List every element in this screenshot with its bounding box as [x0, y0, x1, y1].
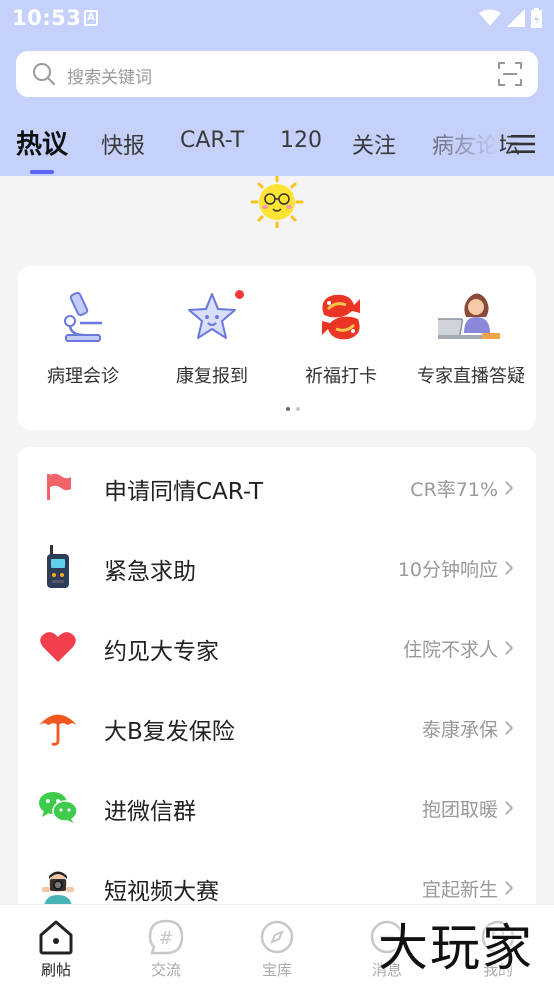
page-dot-active — [286, 407, 290, 411]
list-item-meet-expert[interactable]: 约见大专家 住院不求人 — [18, 607, 536, 687]
status-time: 10:53 — [12, 6, 82, 30]
search-icon — [33, 63, 55, 85]
list-item-subtitle: 宜起新生 — [421, 879, 498, 901]
list-item-subtitle: 抱团取暖 — [421, 799, 498, 821]
list-item-title: 申请同情CAR-T — [104, 479, 264, 505]
page-dot — [296, 407, 300, 411]
tab-car-t[interactable]: CAR-T — [180, 128, 244, 153]
list-item-subtitle: 泰康承保 — [421, 719, 498, 741]
shortcut-expert-live[interactable]: 专家直播答疑 — [406, 286, 536, 388]
battery-icon — [531, 8, 542, 28]
header: 10:53 A 搜索关键词 热议 快报 CAR-T 120 关注 病友论坛 — [0, 0, 554, 176]
list-item-subtitle: 住院不求人 — [402, 639, 498, 661]
tab-hot[interactable]: 热议 — [16, 124, 68, 161]
category-tabs: 热议 快报 CAR-T 120 关注 病友论坛 — [0, 118, 554, 174]
shortcut-card: 病理会诊 康复报到 祈福打卡 专家直播答疑 — [18, 266, 536, 430]
list-item-emergency-help[interactable]: 紧急求助 10分钟响应 — [18, 527, 536, 607]
nav-treasury[interactable]: 宝库 — [242, 917, 312, 980]
nav-label: 宝库 — [261, 961, 292, 979]
chevron-right-icon — [505, 721, 514, 735]
list-item-compassionate-car-t[interactable]: 申请同情CAR-T CR率71% — [18, 447, 536, 527]
chevron-right-icon — [505, 801, 514, 815]
chevron-right-icon — [505, 641, 514, 655]
list-item-subtitle: 10分钟响应 — [397, 559, 498, 581]
search-bar[interactable]: 搜索关键词 — [16, 51, 538, 97]
home-icon — [39, 920, 73, 955]
list-item-subtitle: CR率71% — [410, 479, 498, 501]
list-item-title: 大B复发保险 — [104, 719, 235, 745]
heart-icon — [40, 632, 76, 662]
compass-icon — [260, 920, 294, 954]
nav-feed[interactable]: 刷帖 — [21, 917, 91, 980]
koi-fish-icon — [322, 294, 360, 340]
scan-icon[interactable] — [497, 61, 523, 87]
umbrella-icon — [38, 714, 78, 746]
list-item-title: 紧急求助 — [104, 559, 196, 585]
shortcut-label: 专家直播答疑 — [417, 366, 525, 387]
shortcut-pathology[interactable]: 病理会诊 — [18, 286, 148, 388]
service-list: 申请同情CAR-T CR率71% 紧急求助 10分钟响应 约见大专家 住院不求人… — [18, 447, 536, 927]
shortcut-label: 康复报到 — [176, 366, 248, 387]
search-input[interactable]: 搜索关键词 — [67, 63, 152, 88]
menu-icon[interactable] — [511, 134, 535, 154]
walkie-talkie-icon — [47, 545, 69, 588]
nav-label: 刷帖 — [40, 961, 71, 979]
microscope-icon — [64, 291, 102, 342]
star-face-icon — [188, 293, 236, 339]
notification-badge — [235, 290, 244, 299]
list-item-title: 约见大专家 — [104, 639, 219, 665]
shortcut-label: 祈福打卡 — [305, 366, 377, 387]
chevron-right-icon — [505, 481, 514, 495]
active-tab-indicator — [30, 170, 54, 174]
shortcut-label: 病理会诊 — [47, 366, 119, 387]
list-item-title: 进微信群 — [104, 799, 196, 825]
list-item-title: 短视频大赛 — [104, 879, 219, 905]
tab-follow[interactable]: 关注 — [352, 128, 396, 160]
tab-fade — [400, 118, 500, 172]
wechat-icon — [39, 792, 78, 823]
notification-icon: A — [84, 10, 98, 26]
signal-icon — [507, 9, 525, 27]
hashtag-chat-icon: # — [148, 919, 184, 955]
chevron-right-icon — [505, 561, 514, 575]
list-item-relapse-insurance[interactable]: 大B复发保险 泰康承保 — [18, 687, 536, 767]
camera-man-icon — [42, 871, 74, 909]
tab-news[interactable]: 快报 — [101, 128, 145, 160]
shortcut-recovery[interactable]: 康复报到 — [147, 286, 277, 388]
page-indicator — [286, 407, 300, 411]
sun-mascot-icon — [250, 176, 304, 228]
flag-icon — [47, 473, 71, 500]
nav-label: 交流 — [150, 961, 181, 979]
chevron-right-icon — [505, 881, 514, 895]
watermark: 大玩家 — [378, 919, 534, 977]
status-bar: 10:53 A — [0, 0, 554, 38]
tab-120[interactable]: 120 — [280, 128, 322, 153]
svg-text:#: # — [158, 928, 173, 949]
wifi-icon — [479, 9, 501, 26]
list-item-wechat-group[interactable]: 进微信群 抱团取暖 — [18, 767, 536, 847]
shortcut-blessing[interactable]: 祈福打卡 — [276, 286, 406, 388]
nav-exchange[interactable]: # 交流 — [131, 917, 201, 980]
expert-laptop-icon — [438, 293, 500, 339]
